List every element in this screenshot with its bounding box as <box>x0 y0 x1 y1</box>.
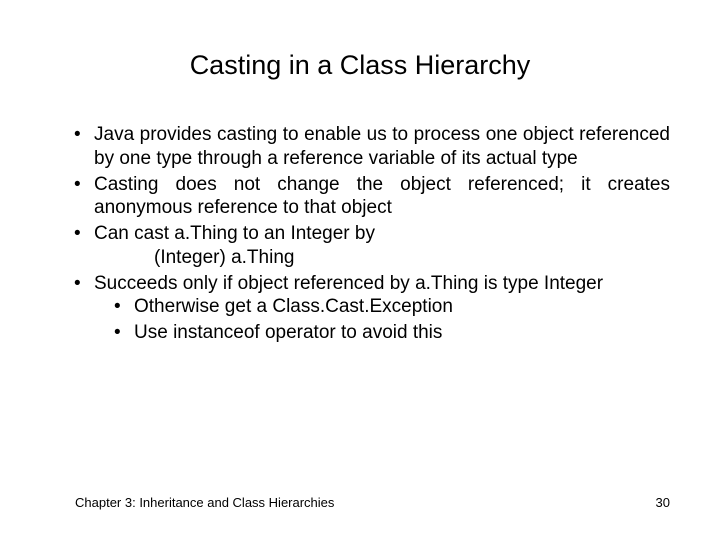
slide-footer: Chapter 3: Inheritance and Class Hierarc… <box>75 495 670 510</box>
bullet-item: Java provides casting to enable us to pr… <box>74 123 670 171</box>
slide-body: Java provides casting to enable us to pr… <box>50 123 670 345</box>
slide-title: Casting in a Class Hierarchy <box>50 50 670 81</box>
footer-chapter: Chapter 3: Inheritance and Class Hierarc… <box>75 495 334 510</box>
bullet-list: Java provides casting to enable us to pr… <box>50 123 670 345</box>
bullet-item: Can cast a.Thing to an Integer by (Integ… <box>74 222 670 270</box>
sub-bullet-item: Use instanceof operator to avoid this <box>114 321 670 345</box>
footer-page-number: 30 <box>656 495 670 510</box>
code-line: (Integer) a.Thing <box>94 246 670 270</box>
bullet-text: Can cast a.Thing to an Integer by <box>94 223 375 244</box>
sub-bullet-list: Otherwise get a Class.Cast.Exception Use… <box>94 295 670 345</box>
sub-bullet-item: Otherwise get a Class.Cast.Exception <box>114 295 670 319</box>
bullet-item: Casting does not change the object refer… <box>74 173 670 221</box>
bullet-text: Succeeds only if object referenced by a.… <box>94 273 603 294</box>
bullet-item: Succeeds only if object referenced by a.… <box>74 272 670 345</box>
